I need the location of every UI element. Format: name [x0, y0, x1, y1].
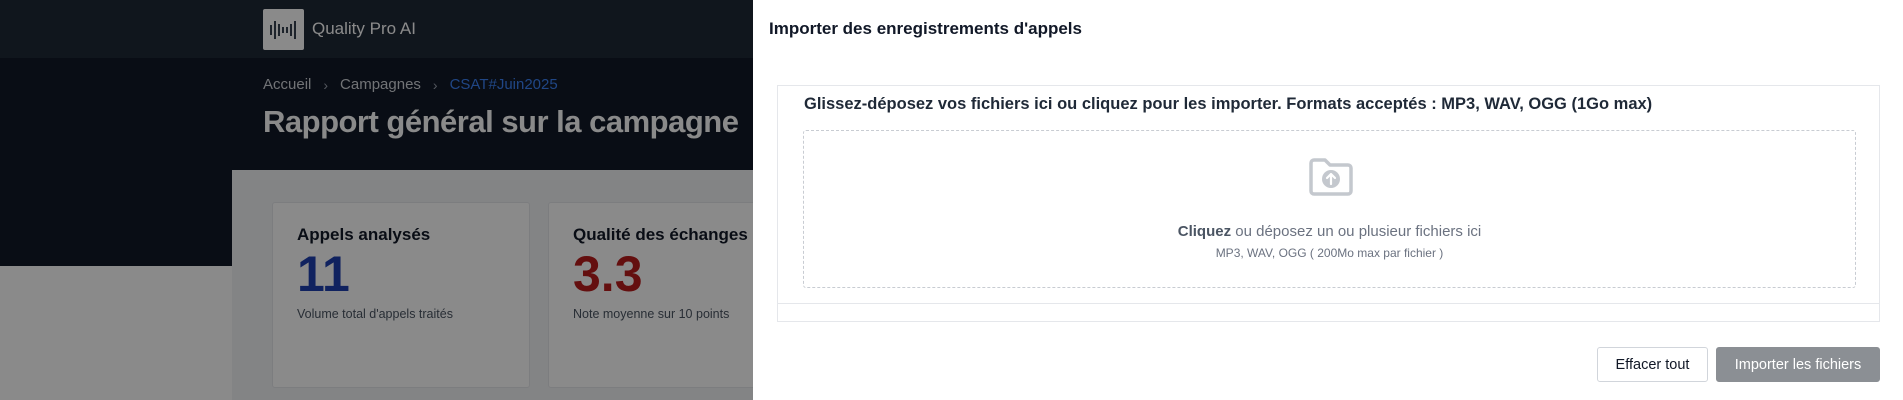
panel-title: Importer des enregistrements d'appels — [769, 19, 1082, 38]
import-files-button[interactable]: Importer les fichiers — [1716, 347, 1880, 382]
dropzone-hint: MP3, WAV, OGG ( 200Mo max par fichier ) — [1215, 246, 1444, 260]
uploader-label: Glissez-déposez vos fichiers ici ou cliq… — [804, 95, 1653, 113]
clear-all-button[interactable]: Effacer tout — [1597, 347, 1708, 382]
dropzone[interactable]: Cliquez ou déposez un ou plusieur fichie… — [803, 130, 1856, 288]
file-uploader: Glissez-déposez vos fichiers ici ou cliq… — [777, 85, 1880, 322]
dropzone-click-word[interactable]: Cliquez — [1178, 223, 1231, 240]
import-panel: Importer des enregistrements d'appels Gl… — [753, 0, 1903, 400]
folder-upload-icon — [1309, 158, 1353, 196]
dropzone-text: Cliquez ou déposez un ou plusieur fichie… — [804, 223, 1855, 240]
uploader-divider — [778, 303, 1879, 304]
dropzone-text-rest: ou déposez un ou plusieur fichiers ici — [1231, 223, 1482, 240]
